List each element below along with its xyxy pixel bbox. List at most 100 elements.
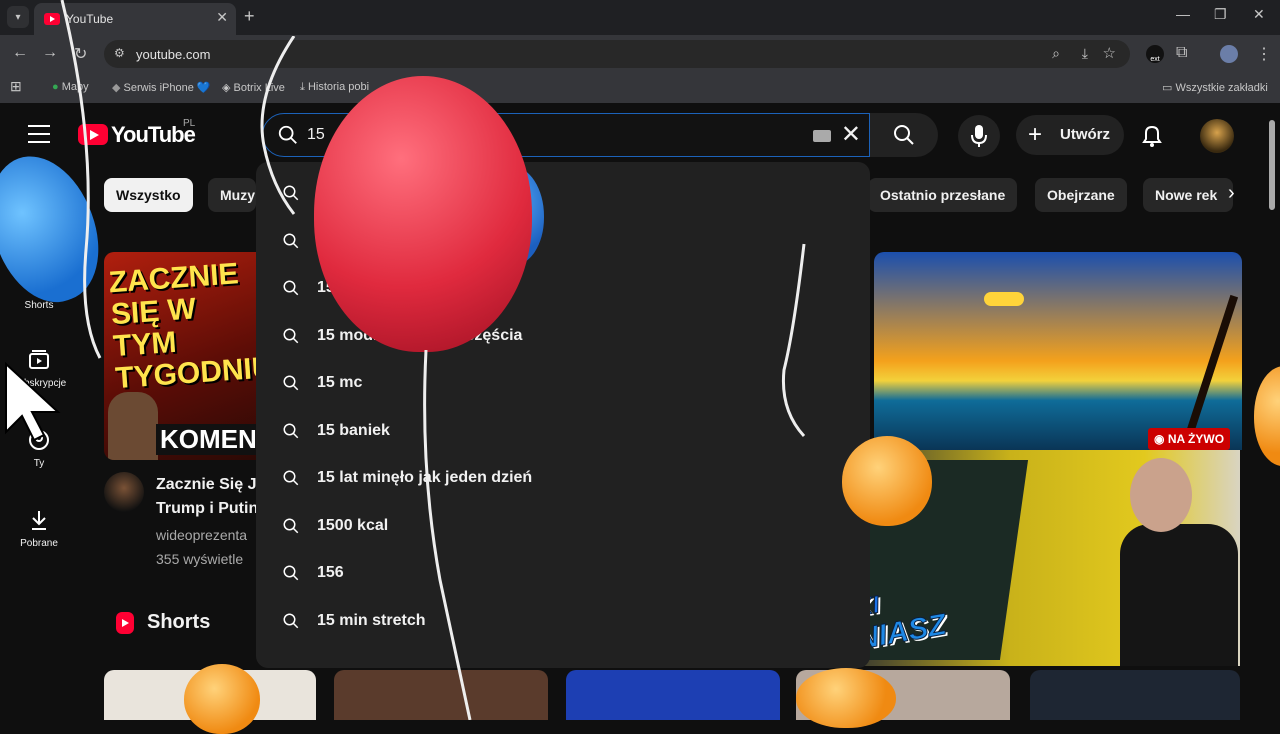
guide-label: Ty: [33, 458, 45, 469]
suggestion-text: 15 mc: [317, 374, 363, 391]
balloon-string: [781, 243, 806, 438]
suggestion-text: 15 min stretch: [317, 612, 426, 629]
search-icon: [283, 375, 299, 391]
channel-avatar[interactable]: [104, 472, 144, 512]
menu-dots-icon[interactable]: ⋮: [1256, 44, 1272, 64]
account-avatar[interactable]: [1200, 119, 1234, 153]
short-thumbnail[interactable]: [566, 670, 780, 720]
orange-balloon: [1254, 366, 1280, 466]
url-text: youtube.com: [136, 47, 211, 62]
suggestion-item[interactable]: 15 lat minęło jak jeden dzień: [256, 455, 870, 502]
short-thumbnail[interactable]: [1030, 670, 1240, 720]
video-thumbnail[interactable]: ZACZNIE SIĘ W TYM TYGODNIU KOMENTA: [104, 252, 264, 460]
extension-badge-icon[interactable]: ext: [1146, 45, 1164, 63]
bookmark-historia[interactable]: ⤓ Historia pobi: [300, 81, 369, 94]
live-video-thumbnail[interactable]: [874, 252, 1242, 450]
search-icon: [283, 423, 299, 439]
live-badge: ◉ NA ŻYWO: [1148, 428, 1231, 450]
minimize-icon[interactable]: —: [1176, 6, 1190, 22]
suggestion-item[interactable]: 156: [256, 550, 870, 597]
guide-label: Pobrane: [20, 538, 58, 549]
country-code: PL: [183, 118, 196, 129]
bookmark-star-icon[interactable]: ☆: [1103, 44, 1116, 62]
orange-balloon: [796, 668, 896, 728]
guide-downloads[interactable]: Pobrane: [0, 508, 78, 549]
tab-search-button[interactable]: ▾: [7, 6, 29, 28]
bookmark-label: Wszystkie zakładki: [1175, 82, 1268, 94]
video-meta: wideoprezenta 355 wyświetle: [156, 523, 256, 571]
chip-all[interactable]: Wszystko: [104, 178, 193, 212]
cloud-shape: [984, 292, 1024, 306]
balloon-string: [60, 0, 102, 359]
clear-search-icon[interactable]: ✕: [841, 120, 861, 149]
search-query: 15: [307, 126, 325, 143]
search-icon: [283, 280, 299, 296]
profile-avatar[interactable]: [1220, 45, 1238, 63]
tab-strip: ▾ YouTube ✕ + — ❐ ✕: [0, 0, 1280, 35]
search-icon: [283, 518, 299, 534]
plus-icon: +: [1028, 121, 1043, 148]
suggestion-text: 15 baniek: [317, 422, 390, 439]
site-info-icon[interactable]: ⚙: [114, 46, 125, 60]
thumbnail-face: [108, 392, 158, 460]
bookmark-label: Historia pobi: [307, 81, 370, 93]
balloon-string: [260, 36, 296, 215]
search-icon: [283, 328, 299, 344]
orange-balloon: [842, 436, 932, 526]
create-button[interactable]: + Utwórz: [1016, 115, 1124, 155]
palm-tree: [1177, 294, 1239, 450]
search-icon: [283, 565, 299, 581]
search-button[interactable]: [870, 113, 938, 157]
new-tab-icon[interactable]: +: [244, 6, 255, 27]
menu-hamburger-icon[interactable]: [28, 125, 50, 143]
extensions-icon[interactable]: ⧉: [1176, 44, 1187, 62]
all-bookmarks[interactable]: ▭ Wszystkie zakładki: [1162, 81, 1268, 94]
youtube-header: YouTube PL 15 ✕ + Utwórz: [0, 103, 1280, 167]
install-app-icon[interactable]: ⤓: [1082, 45, 1088, 62]
chip-new-recommended[interactable]: Nowe rek: [1143, 178, 1233, 212]
scrollbar-thumb[interactable]: [1269, 120, 1275, 210]
video-title-line: Zacznie Się J: [156, 476, 256, 493]
bookmark-serwis[interactable]: ◆ Serwis iPhone 💙: [112, 81, 211, 94]
zoom-icon[interactable]: ⌕: [1052, 45, 1060, 62]
search-icon: [283, 470, 299, 486]
thumbnail-banner: KOMENTA: [156, 424, 264, 455]
notifications-bell-icon[interactable]: [1140, 123, 1164, 149]
shorts-section-title: Shorts: [147, 611, 211, 633]
restore-icon[interactable]: ❐: [1214, 6, 1227, 23]
create-label: Utwórz: [1060, 126, 1110, 143]
search-icon: [283, 233, 299, 249]
mouse-cursor-icon: [5, 362, 61, 442]
search-icon: [894, 125, 914, 145]
close-tab-icon[interactable]: ✕: [216, 9, 228, 26]
video-title-line: Trump i Putin: [156, 500, 256, 517]
balloon-string: [423, 350, 472, 720]
microphone-icon: [971, 125, 987, 147]
thumbnail-text: ZACZNIE SIĘ W TYM TYGODNIU: [107, 257, 264, 396]
person-body: [1120, 524, 1238, 666]
chevron-right-icon[interactable]: ›: [1228, 182, 1235, 205]
chip-music[interactable]: Muzy: [208, 178, 256, 212]
back-icon[interactable]: ←: [12, 44, 28, 62]
search-icon: [283, 613, 299, 629]
person-head: [1130, 458, 1192, 532]
bookmark-label: Serwis iPhone 💙: [123, 82, 211, 94]
suggestion-text: 1500 kcal: [317, 517, 389, 534]
voice-search-button[interactable]: [958, 115, 1000, 157]
bookmarks-bar: ⊞ ● Mapy ◆ Serwis iPhone 💙 ◈ Botrix Live…: [0, 73, 1280, 103]
suggestion-item[interactable]: 15 min stretch: [256, 598, 870, 645]
suggestion-text: 156: [317, 564, 344, 581]
webcam-person: [1120, 458, 1238, 666]
chip-recently-uploaded[interactable]: Ostatnio przesłane: [868, 178, 1018, 212]
shorts-icon: [116, 612, 134, 634]
chip-watched[interactable]: Obejrzane: [1035, 178, 1127, 212]
apps-grid-icon[interactable]: ⊞: [10, 78, 22, 95]
download-icon: [32, 511, 46, 530]
address-toolbar: ← → ↻ ⚙ youtube.com ⌕ ⤓ ☆ ext ⧉ ⋮: [0, 35, 1280, 73]
live-badge-label: NA ŻYWO: [1167, 432, 1225, 446]
channel-name[interactable]: wideoprezenta: [156, 523, 256, 547]
video-title[interactable]: Zacznie Się J Trump i Putin: [156, 473, 256, 521]
close-window-icon[interactable]: ✕: [1253, 6, 1265, 23]
keyboard-icon[interactable]: [813, 130, 831, 142]
suggestion-item[interactable]: 1500 kcal: [256, 503, 870, 550]
